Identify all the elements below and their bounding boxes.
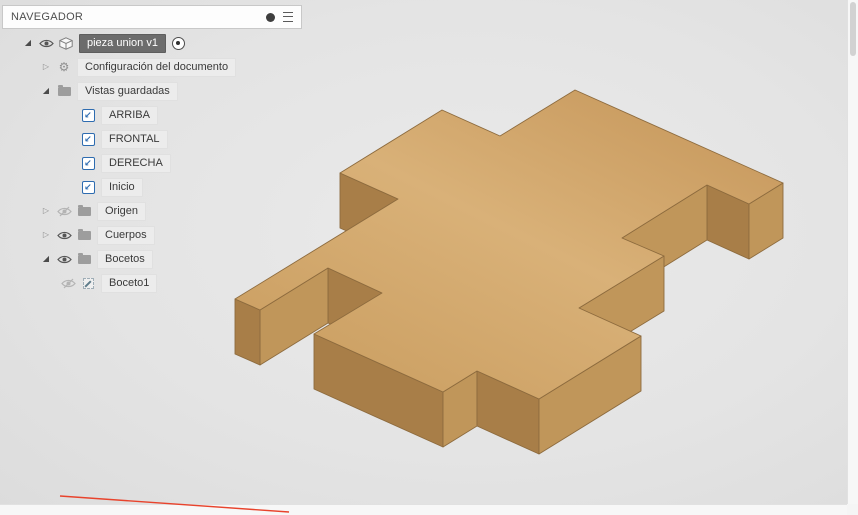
tree-row-origen[interactable]: ▷ Origen	[2, 199, 236, 223]
caret-collapsed-icon[interactable]: ▷	[38, 223, 54, 247]
caret-expanded-icon[interactable]: ◢	[38, 247, 54, 271]
panel-menu-icon[interactable]	[283, 12, 293, 22]
caret-expanded-icon[interactable]: ◢	[38, 79, 54, 103]
tree-item-label[interactable]: DERECHA	[101, 153, 171, 173]
saved-view-icon: ↙	[78, 180, 98, 194]
sketch-icon	[78, 277, 98, 289]
tree-item-label[interactable]: Boceto1	[101, 273, 158, 293]
model-body[interactable]	[234, 89, 784, 455]
saved-view-icon: ↙	[78, 156, 98, 170]
tree-item-label[interactable]: Configuración del documento	[77, 57, 237, 77]
pin-icon[interactable]	[266, 12, 275, 22]
tree-row-view-derecha[interactable]: ↙ DERECHA	[2, 151, 236, 175]
saved-view-icon: ↙	[78, 132, 98, 146]
tree-row-view-arriba[interactable]: ↙ ARRIBA	[2, 103, 236, 127]
tree-row-document-settings[interactable]: ▷ ⚙ Configuración del documento	[2, 55, 237, 79]
tree-row-view-frontal[interactable]: ↙ FRONTAL	[2, 127, 236, 151]
caret-expanded-icon[interactable]: ◢	[20, 31, 36, 55]
tree-row-saved-views[interactable]: ◢ Vistas guardadas	[2, 79, 236, 103]
tree-item-label[interactable]: Origen	[97, 201, 147, 221]
model-side-face[interactable]	[234, 298, 261, 366]
component-icon	[56, 36, 76, 50]
tree-row-cuerpos[interactable]: ▷ Cuerpos	[2, 223, 236, 247]
saved-view-icon: ↙	[78, 108, 98, 122]
tree-item-label[interactable]: Cuerpos	[97, 225, 155, 245]
panel-title: NAVEGADOR	[11, 11, 84, 23]
eye-icon[interactable]	[36, 38, 56, 49]
navigator-panel-header[interactable]: NAVEGADOR	[2, 5, 302, 29]
tree-row-boceto1[interactable]: Boceto1	[2, 271, 236, 295]
tree-row-root[interactable]: ◢ pieza union v1	[2, 31, 236, 55]
gear-icon: ⚙	[58, 60, 70, 74]
tree-item-label[interactable]: Bocetos	[97, 249, 153, 269]
tree-item-label[interactable]: pieza union v1	[79, 33, 166, 53]
eye-icon[interactable]	[54, 230, 74, 241]
eye-off-icon[interactable]	[58, 278, 78, 289]
caret-collapsed-icon[interactable]: ▷	[38, 199, 54, 223]
folder-icon	[74, 228, 94, 240]
tree-item-label[interactable]: FRONTAL	[101, 129, 168, 149]
eye-icon[interactable]	[54, 254, 74, 265]
tree-item-label[interactable]: Inicio	[101, 177, 143, 197]
navigator-tree: ◢ pieza union v1 ▷ ⚙ Configuración del d…	[2, 31, 237, 295]
folder-icon	[74, 252, 94, 264]
folder-icon	[54, 84, 74, 96]
tree-item-label[interactable]: Vistas guardadas	[77, 81, 178, 101]
origin-x-axis[interactable]	[59, 495, 290, 513]
folder-icon	[74, 204, 94, 216]
eye-off-icon[interactable]	[54, 206, 74, 217]
caret-collapsed-icon[interactable]: ▷	[38, 55, 54, 79]
tree-item-label[interactable]: ARRIBA	[101, 105, 158, 125]
tree-row-view-inicio[interactable]: ↙ Inicio	[2, 175, 236, 199]
active-component-radio[interactable]	[171, 36, 185, 50]
tree-row-bocetos[interactable]: ◢ Bocetos	[2, 247, 236, 271]
